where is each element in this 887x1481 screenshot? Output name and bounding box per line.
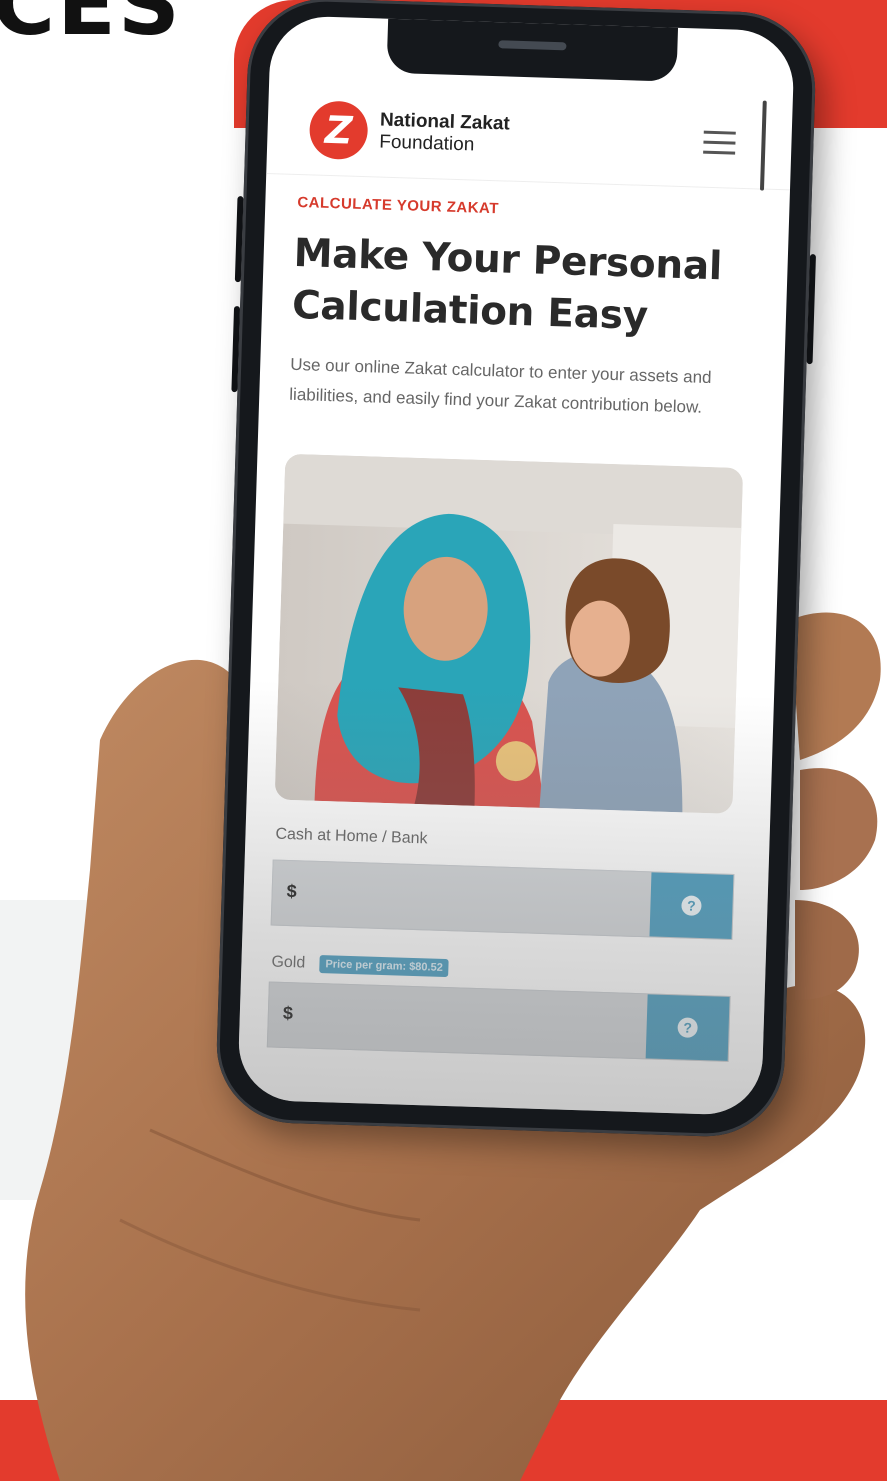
gold-input-group: $ ? [266, 981, 731, 1062]
gold-help-button[interactable]: ? [645, 994, 730, 1061]
page-title: Make Your Personal Calculation Easy [291, 230, 723, 340]
power-button [806, 254, 816, 365]
cash-amount-input[interactable] [311, 871, 638, 928]
zakat-logo-icon[interactable]: Z [308, 100, 369, 161]
cash-input-group: $ ? [270, 859, 735, 940]
background-heading-fragment: CES [0, 0, 182, 55]
gold-amount-input[interactable] [308, 993, 634, 1050]
logo-subtitle[interactable]: Foundation [379, 132, 475, 156]
logo-name[interactable]: National Zakat [380, 110, 510, 135]
volume-down-button [231, 306, 241, 393]
hero-photo [274, 453, 744, 814]
phone-screen: Z National Zakat Foundation CALCULATE YO… [237, 15, 795, 1116]
hamburger-menu-icon[interactable] [703, 130, 736, 156]
section-eyebrow: CALCULATE YOUR ZAKAT [297, 193, 500, 218]
question-circle-icon: ? [681, 895, 702, 916]
intro-text: Use our online Zakat calculator to enter… [289, 354, 712, 417]
volume-up-button [234, 196, 244, 283]
question-circle-icon: ? [677, 1017, 698, 1038]
smartphone: Z National Zakat Foundation CALCULATE YO… [214, 0, 818, 1139]
cash-help-button[interactable]: ? [649, 872, 734, 939]
phone-notch [386, 16, 679, 82]
gold-price-badge: Price per gram: $80.52 [319, 955, 450, 978]
gold-field-label: Gold [271, 953, 306, 972]
earpiece-speaker [498, 40, 567, 51]
gold-currency-symbol: $ [282, 1002, 294, 1024]
cash-field-label: Cash at Home / Bank [275, 825, 428, 848]
site-header: Z National Zakat Foundation [266, 87, 793, 191]
cash-currency-symbol: $ [286, 880, 298, 902]
